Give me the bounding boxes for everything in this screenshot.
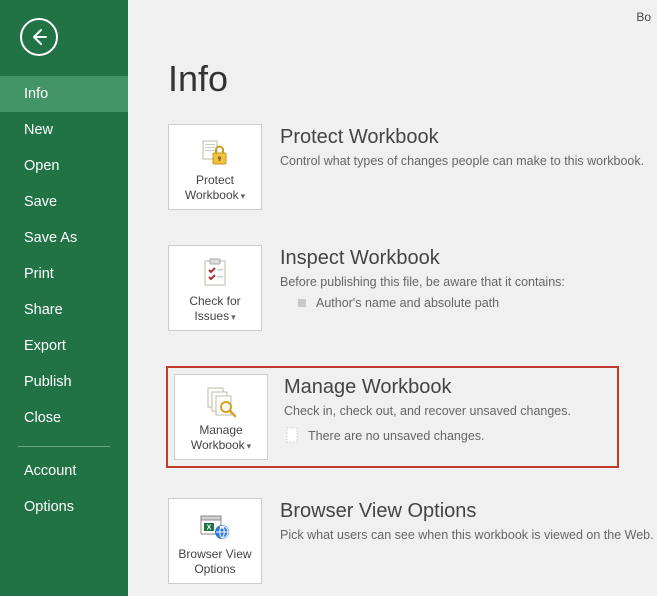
tile-label: Protect Workbook▾	[173, 173, 257, 203]
page-title: Info	[168, 58, 657, 100]
section-title: Browser View Options	[280, 500, 654, 523]
nav-info[interactable]: Info	[0, 76, 128, 112]
nav-save-as[interactable]: Save As	[0, 220, 128, 256]
section-manage-highlighted: Manage Workbook▾ Manage Workbook Check i…	[166, 366, 619, 468]
check-for-issues-button[interactable]: Check for Issues▾	[168, 245, 262, 331]
nav-label: Save As	[24, 230, 77, 246]
section-browser: X Browser View Options Browser View Opti…	[168, 498, 657, 584]
chevron-down-icon: ▾	[241, 191, 246, 201]
tile-label: Manage Workbook▾	[179, 423, 263, 453]
nav-options[interactable]: Options	[0, 489, 128, 525]
tile-label: Browser View Options	[173, 547, 257, 577]
main-panel: Bo Info Protect Workbook▾ Protect Workbo…	[128, 0, 657, 596]
section-desc: Control what types of changes people can…	[280, 153, 644, 171]
nav-label: Open	[24, 158, 59, 174]
manage-workbook-button[interactable]: Manage Workbook▾	[174, 374, 268, 460]
bullet-text: Author's name and absolute path	[316, 296, 499, 310]
browser-view-options-button[interactable]: X Browser View Options	[168, 498, 262, 584]
manage-workbook-icon	[204, 385, 238, 419]
section-body: Inspect Workbook Before publishing this …	[280, 245, 565, 310]
nav-label: Save	[24, 194, 57, 210]
section-body: Protect Workbook Control what types of c…	[280, 124, 644, 171]
inspect-bullet: Author's name and absolute path	[280, 296, 565, 310]
bullet-icon	[298, 299, 306, 307]
nav-close[interactable]: Close	[0, 400, 128, 436]
section-body: Browser View Options Pick what users can…	[280, 498, 654, 545]
protect-workbook-button[interactable]: Protect Workbook▾	[168, 124, 262, 210]
status-text: There are no unsaved changes.	[308, 429, 485, 443]
titlebar-fragment: Bo	[636, 10, 651, 24]
backstage-sidebar: Info New Open Save Save As Print Share E…	[0, 0, 128, 596]
nav-publish[interactable]: Publish	[0, 364, 128, 400]
nav-label: Account	[24, 463, 76, 479]
section-title: Protect Workbook	[280, 126, 644, 149]
browser-view-icon: X	[198, 509, 232, 543]
svg-text:X: X	[207, 525, 212, 532]
nav-new[interactable]: New	[0, 112, 128, 148]
section-protect: Protect Workbook▾ Protect Workbook Contr…	[168, 124, 657, 210]
nav-account[interactable]: Account	[0, 453, 128, 489]
section-title: Inspect Workbook	[280, 247, 565, 270]
nav-open[interactable]: Open	[0, 148, 128, 184]
nav-label: New	[24, 122, 53, 138]
nav-label: Publish	[24, 374, 72, 390]
back-arrow-icon	[29, 27, 49, 47]
nav-share[interactable]: Share	[0, 292, 128, 328]
nav-label: Export	[24, 338, 66, 354]
lock-icon	[199, 135, 231, 169]
back-button[interactable]	[20, 18, 58, 56]
document-icon	[286, 427, 300, 446]
checklist-icon	[199, 256, 231, 290]
nav-label: Info	[24, 86, 48, 102]
nav-label: Share	[24, 302, 63, 318]
nav-print[interactable]: Print	[0, 256, 128, 292]
nav-label: Options	[24, 499, 74, 515]
nav-save[interactable]: Save	[0, 184, 128, 220]
nav-label: Print	[24, 266, 54, 282]
chevron-down-icon: ▾	[231, 312, 236, 322]
nav-export[interactable]: Export	[0, 328, 128, 364]
section-title: Manage Workbook	[284, 376, 571, 399]
chevron-down-icon: ▾	[247, 441, 252, 451]
section-desc: Before publishing this file, be aware th…	[280, 274, 565, 292]
section-inspect: Check for Issues▾ Inspect Workbook Befor…	[168, 245, 657, 331]
section-desc: Pick what users can see when this workbo…	[280, 527, 654, 545]
nav-label: Close	[24, 410, 61, 426]
tile-label: Check for Issues▾	[173, 294, 257, 324]
section-body: Manage Workbook Check in, check out, and…	[284, 368, 571, 446]
nav-divider	[18, 446, 110, 447]
manage-status: There are no unsaved changes.	[284, 427, 571, 446]
section-desc: Check in, check out, and recover unsaved…	[284, 403, 571, 421]
